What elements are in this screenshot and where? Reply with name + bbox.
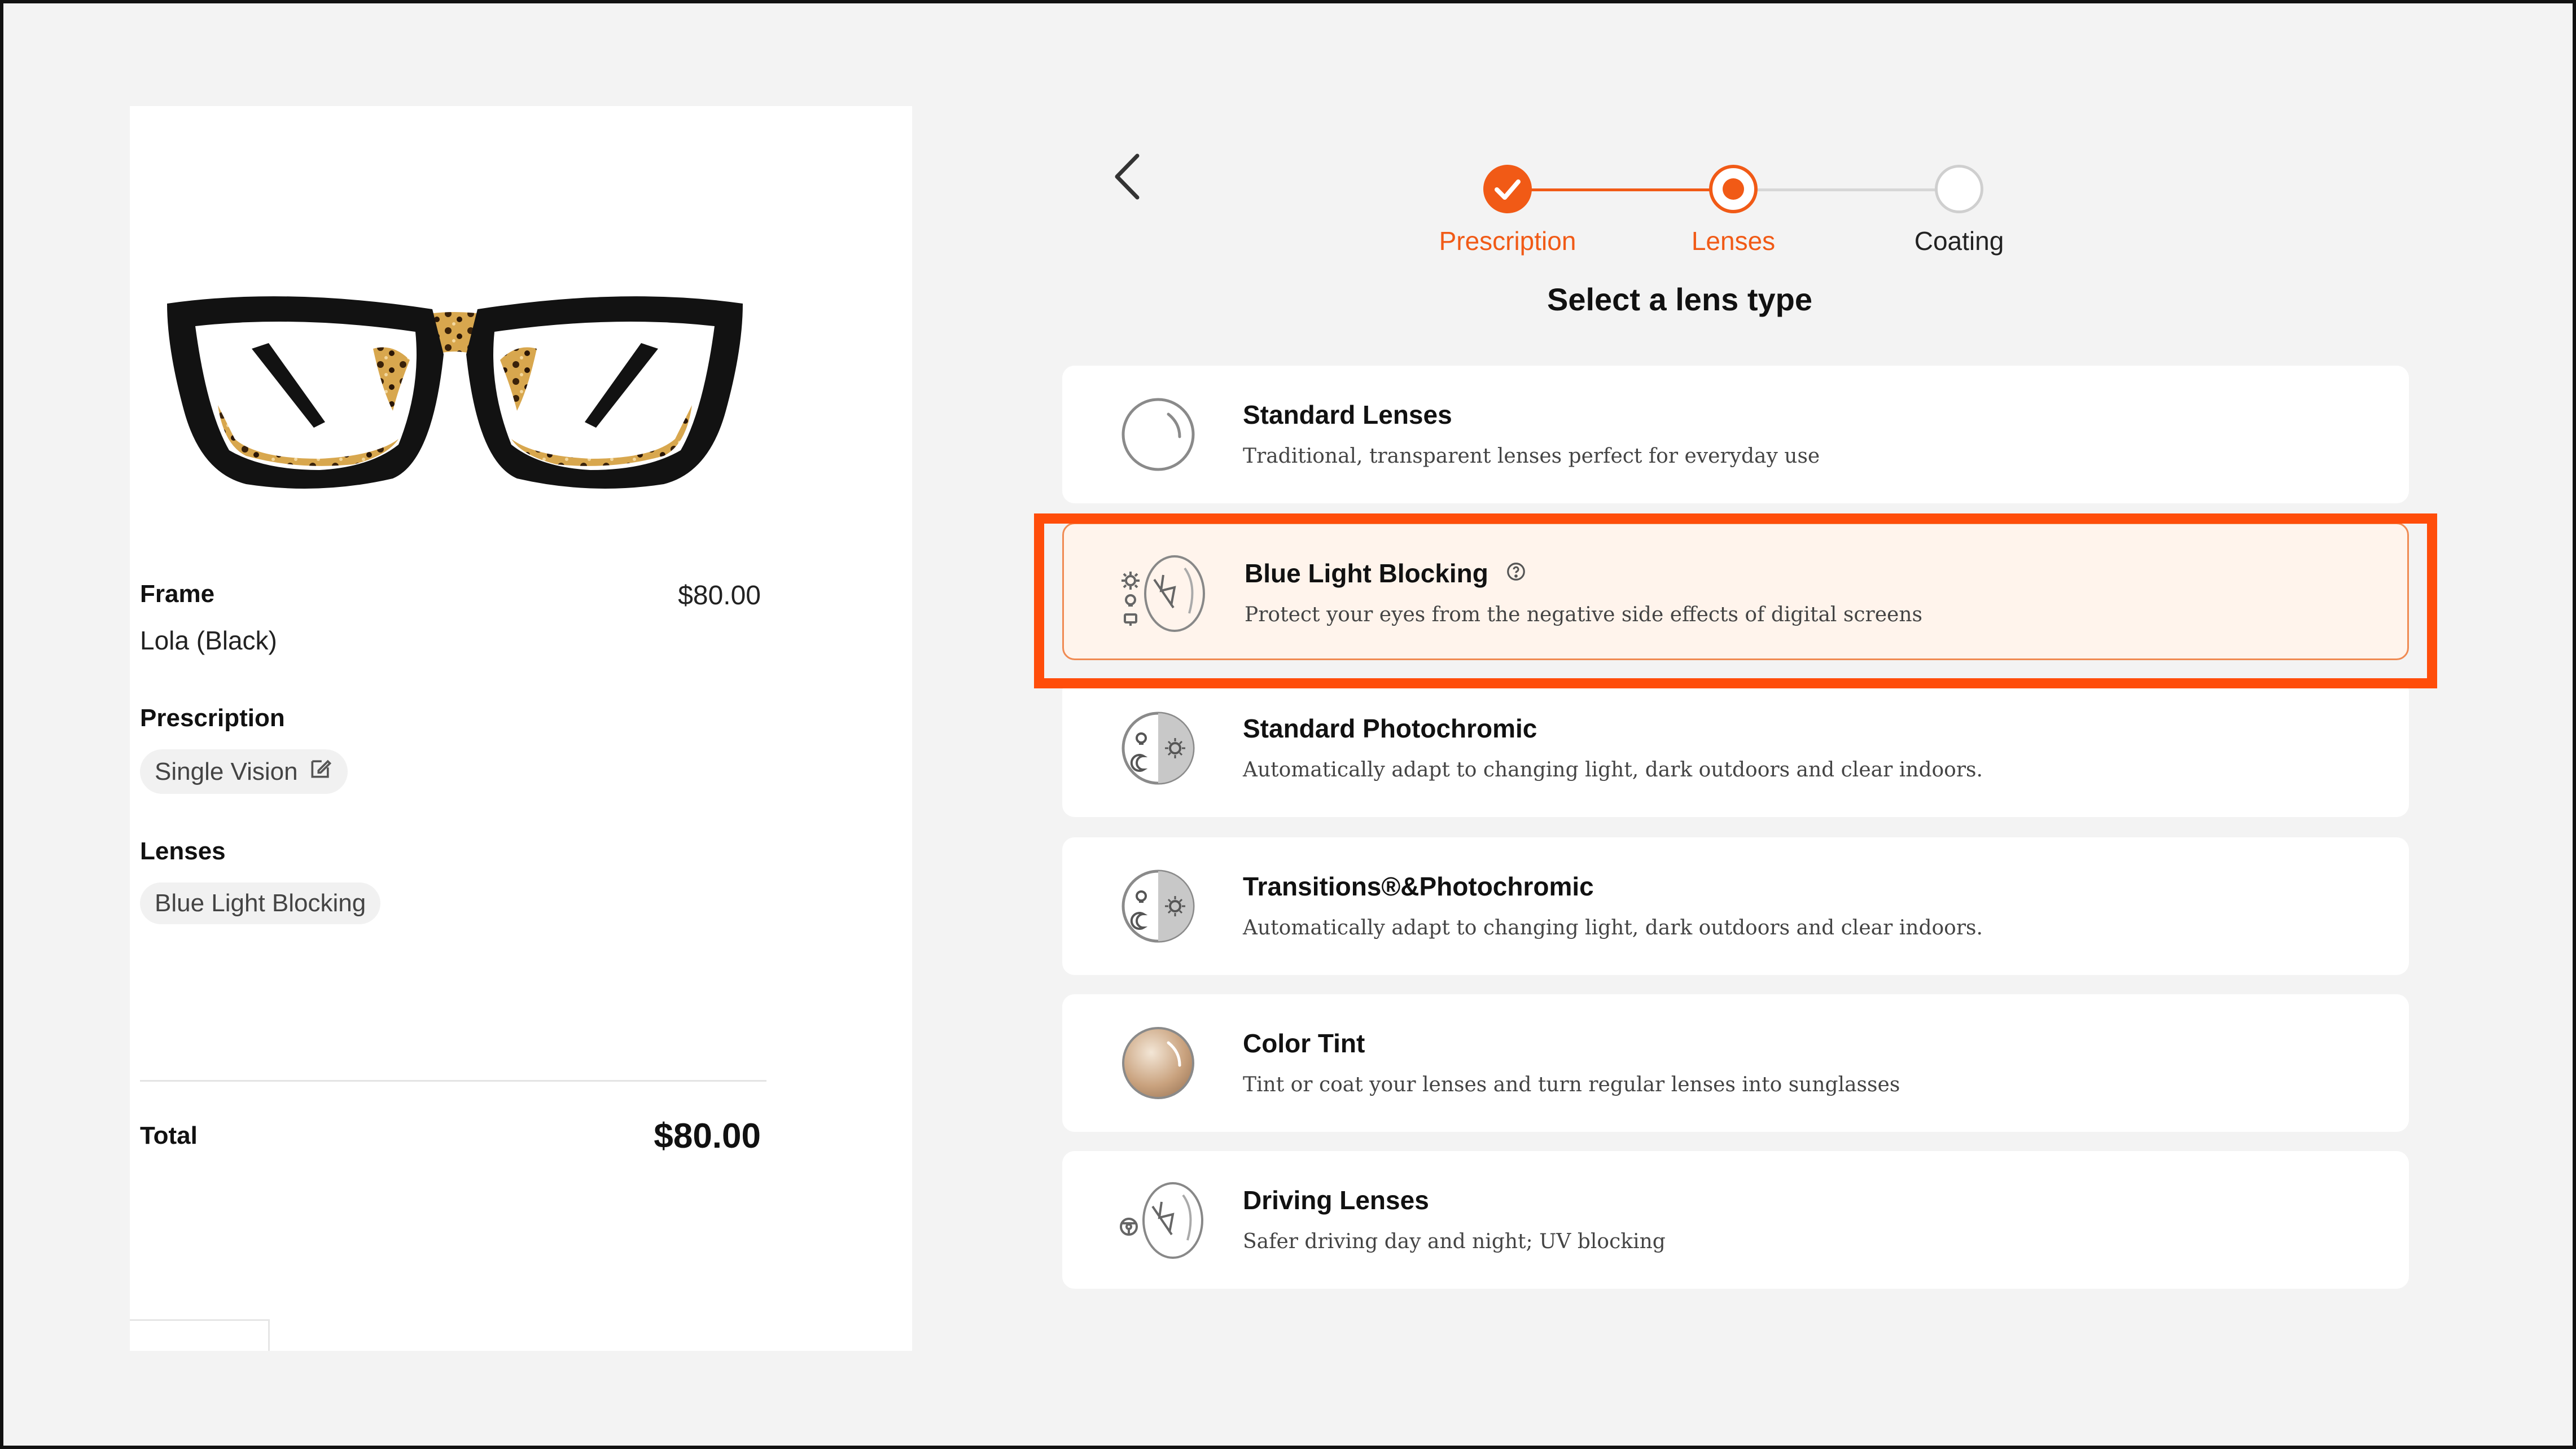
lens-configurator: Prescription Lenses Coating Select a len…	[912, 106, 2447, 1351]
lens-description: Automatically adapt to changing light, d…	[1243, 758, 1983, 781]
lens-option-standard[interactable]: Standard Lenses Traditional, transparent…	[1062, 366, 2409, 503]
lens-description: Tint or coat your lenses and turn regula…	[1243, 1073, 1900, 1096]
order-summary-panel: Frame $80.00 Lola (Black) Prescription S…	[130, 106, 912, 1351]
lens-option-blue-light[interactable]: Blue Light Blocking Protect your eyes fr…	[1062, 522, 2409, 660]
prescription-label: Prescription	[140, 704, 285, 732]
lens-option-color-tint[interactable]: Color Tint Tint or coat your lenses and …	[1062, 994, 2409, 1132]
lens-name: Standard Lenses	[1243, 400, 1452, 429]
clear-lens-icon	[1119, 395, 1198, 474]
lenses-label: Lenses	[140, 837, 226, 865]
blue-light-lens-icon	[1118, 551, 1205, 632]
prescription-chip[interactable]: Single Vision	[140, 749, 348, 794]
step-label-prescription[interactable]: Prescription	[1406, 226, 1609, 256]
lens-description: Automatically adapt to changing light, d…	[1243, 916, 1983, 939]
step-connector-1	[1506, 188, 1726, 191]
prescription-row: Prescription Single Vision	[140, 704, 761, 794]
lenses-value: Blue Light Blocking	[155, 889, 366, 917]
bottom-tab	[130, 1319, 270, 1351]
step-label-coating: Coating	[1914, 226, 2004, 256]
progress-stepper: Prescription Lenses Coating	[912, 135, 2447, 256]
lens-name: Blue Light Blocking	[1245, 558, 1527, 589]
tinted-lens-icon	[1119, 1024, 1198, 1103]
prescription-value: Single Vision	[155, 757, 298, 785]
edit-icon[interactable]	[308, 756, 333, 787]
lens-name: Driving Lenses	[1243, 1185, 1429, 1215]
step-lenses-current	[1709, 165, 1758, 213]
frame-label: Frame	[140, 580, 215, 608]
step-connector-2	[1732, 188, 1963, 191]
lenses-chip: Blue Light Blocking	[140, 882, 381, 924]
step-prescription-done[interactable]	[1483, 165, 1532, 213]
lens-description: Protect your eyes from the negative side…	[1245, 603, 1922, 626]
step-coating-upcoming	[1935, 165, 1983, 213]
transitions-lens-icon	[1119, 867, 1198, 946]
lens-name: Color Tint	[1243, 1029, 1365, 1058]
lens-option-transitions[interactable]: Transitions®&Photochromic Automatically …	[1062, 837, 2409, 975]
total-price: $80.00	[654, 1117, 761, 1156]
help-circle-icon[interactable]	[1505, 558, 1527, 589]
frame-price: $80.00	[678, 581, 761, 611]
lens-description: Safer driving day and night; UV blocking	[1243, 1230, 1666, 1253]
summary-divider	[140, 1080, 766, 1082]
lens-name-text: Blue Light Blocking	[1245, 559, 1488, 588]
page-title: Select a lens type	[1547, 282, 1812, 317]
lens-option-photochromic[interactable]: Standard Photochromic Automatically adap…	[1062, 679, 2409, 817]
page: Frame $80.00 Lola (Black) Prescription S…	[3, 3, 2573, 1446]
photochromic-lens-icon	[1119, 709, 1198, 788]
current-step-dot	[1723, 178, 1744, 200]
driving-lens-icon	[1116, 1178, 1203, 1259]
lens-description: Traditional, transparent lenses perfect …	[1243, 445, 1820, 468]
lenses-row: Lenses Blue Light Blocking	[140, 837, 761, 924]
glasses-product-image	[150, 275, 760, 512]
step-label-lenses: Lenses	[1691, 226, 1776, 256]
lens-name: Standard Photochromic	[1243, 714, 1537, 743]
frame-row: Frame $80.00 Lola (Black)	[140, 580, 761, 656]
checkmark-icon	[1483, 179, 1532, 216]
total-row: Total $80.00	[140, 1117, 761, 1156]
lens-name: Transitions®&Photochromic	[1243, 872, 1594, 901]
frame-name: Lola (Black)	[140, 626, 277, 655]
lens-option-driving[interactable]: Driving Lenses Safer driving day and nig…	[1062, 1151, 2409, 1289]
